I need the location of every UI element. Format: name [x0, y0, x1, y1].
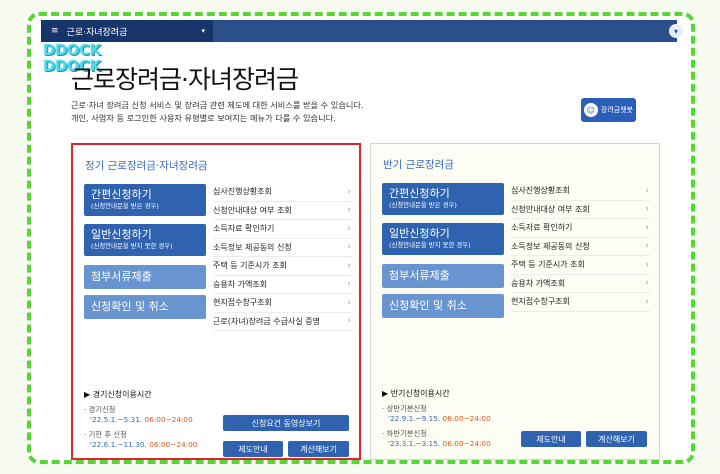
- link-item[interactable]: 소득정보 제공동의 신청 ›: [511, 238, 651, 256]
- arrow-right-icon: ›: [645, 278, 649, 289]
- arrow-right-icon: ›: [347, 297, 351, 308]
- chatbot-label: 장려금챗봇: [600, 106, 634, 114]
- menu-select[interactable]: ≡ 근로·자녀장려금 ▾: [41, 20, 213, 42]
- link-item[interactable]: 소득자료 확인하기 ›: [511, 219, 651, 238]
- semiannual-incentive-panel: 반기 근로장려금 간편신청하기 (신청안내문을 받은 경우) 일반신청하기 (신…: [370, 143, 660, 460]
- simple-apply-button[interactable]: 간편신청하기 (신청안내문을 받은 경우): [382, 183, 504, 215]
- simple-apply-button[interactable]: 간편신청하기 (신청안내문을 받은 경우): [84, 184, 206, 216]
- link-item[interactable]: 신청안내대상 여부 조회 ›: [511, 201, 651, 219]
- link-item[interactable]: 현지접수창구조회 ›: [213, 294, 353, 313]
- regular-incentive-panel: 정기 근로장려금·자녀장려금 간편신청하기 (신청안내문을 받은 경우) 일반신…: [71, 143, 361, 460]
- link-item[interactable]: 주택 등 기준시가 조회 ›: [213, 257, 353, 276]
- submit-documents-button[interactable]: 첨부서류제출: [382, 264, 504, 288]
- arrow-right-icon: ›: [645, 296, 649, 307]
- link-item[interactable]: 근로(자녀)장려금 수급사실 증명 ›: [213, 313, 353, 331]
- top-nav-bar: ≡ 근로·자녀장려금 ▾ ▾: [41, 20, 683, 42]
- link-item[interactable]: 주택 등 기준시가 조회 ›: [511, 256, 651, 275]
- link-item[interactable]: 신청안내대상 여부 조회 ›: [213, 202, 353, 220]
- check-cancel-button[interactable]: 신청확인 및 취소: [84, 295, 206, 319]
- chatbot-button[interactable]: ☺ 장려금챗봇: [581, 98, 636, 122]
- panel-title: 반기 근로장려금: [383, 159, 454, 171]
- check-cancel-button[interactable]: 신청확인 및 취소: [382, 294, 504, 318]
- arrow-right-icon: ›: [347, 186, 351, 197]
- service-links: 심사진행상황조회 › 신청안내대상 여부 조회 › 소득자료 확인하기 › 소득정보 …: [511, 182, 651, 312]
- link-item[interactable]: 심사진행상황조회 ›: [213, 183, 353, 202]
- general-apply-button[interactable]: 일반신청하기 (신청안내문을 받지 못한 경우): [84, 224, 206, 256]
- usage-period-second-half: · 하반기분신청 '23.3.1.~3.15. 06:00~24:00: [382, 429, 491, 448]
- service-links: 심사진행상황조회 › 신청안내대상 여부 조회 › 소득자료 확인하기 › 소득정보 …: [213, 183, 353, 331]
- link-item[interactable]: 현지접수창구조회 ›: [511, 293, 651, 312]
- chatbot-icon: ☺: [583, 103, 598, 117]
- link-item[interactable]: 승용차 가액조회 ›: [511, 275, 651, 293]
- arrow-right-icon: ›: [347, 260, 351, 271]
- calculate-button[interactable]: 계산해보기: [586, 431, 647, 447]
- system-guide-button[interactable]: 제도안내: [223, 441, 283, 457]
- arrow-right-icon: ›: [347, 242, 351, 253]
- page-title: 근로장려금·자녀장려금: [71, 65, 299, 94]
- chevron-down-icon: ▾: [201, 27, 205, 35]
- page-frame: ≡ 근로·자녀장려금 ▾ ▾ DDOCK DDOCK 근로장려금·자녀장려금 근…: [27, 12, 695, 464]
- usage-time-title: ▶ 경기신청이용시간: [84, 390, 152, 399]
- arrow-right-icon: ›: [347, 205, 351, 216]
- menu-select-label: 근로·자녀장려금: [66, 27, 128, 38]
- calculate-button[interactable]: 계산해보기: [288, 441, 349, 457]
- usage-period-first-half: · 상반기분신청 '22.9.1.~9.15. 06:00~24:00: [382, 404, 491, 423]
- arrow-right-icon: ›: [645, 241, 649, 252]
- link-item[interactable]: 소득정보 제공동의 신청 ›: [213, 239, 353, 257]
- arrow-right-icon: ›: [645, 185, 649, 196]
- watch-video-button[interactable]: 신청요건 동영상보기: [223, 415, 349, 431]
- menu-icon: ≡: [51, 26, 59, 36]
- general-apply-button[interactable]: 일반신청하기 (신청안내문을 받지 못한 경우): [382, 223, 504, 255]
- system-guide-button[interactable]: 제도안내: [521, 431, 581, 447]
- usage-period-late: · 기한 후 신청 '22.6.1.~11.30. 06:00~24:00: [84, 430, 198, 449]
- link-item[interactable]: 승용차 가액조회 ›: [213, 276, 353, 294]
- arrow-right-icon: ›: [645, 204, 649, 215]
- arrow-right-icon: ›: [645, 222, 649, 233]
- arrow-right-icon: ›: [347, 279, 351, 290]
- link-item[interactable]: 소득자료 확인하기 ›: [213, 220, 353, 239]
- arrow-right-icon: ›: [347, 316, 351, 327]
- link-item[interactable]: 심사진행상황조회 ›: [511, 182, 651, 201]
- panel-title: 정기 근로장려금·자녀장려금: [85, 160, 208, 172]
- submit-documents-button[interactable]: 첨부서류제출: [84, 265, 206, 289]
- arrow-right-icon: ›: [645, 259, 649, 270]
- expand-icon[interactable]: ▾: [669, 24, 683, 38]
- usage-period-regular: · 경기신청 '22.5.1.~5.31. 06:00~24:00: [84, 405, 193, 424]
- arrow-right-icon: ›: [347, 223, 351, 234]
- page-description: 근로·자녀 장려금 신청 서비스 및 장려금 관련 제도에 대한 서비스를 받을…: [71, 100, 364, 123]
- usage-time-title: ▶ 반기신청이용시간: [382, 389, 450, 398]
